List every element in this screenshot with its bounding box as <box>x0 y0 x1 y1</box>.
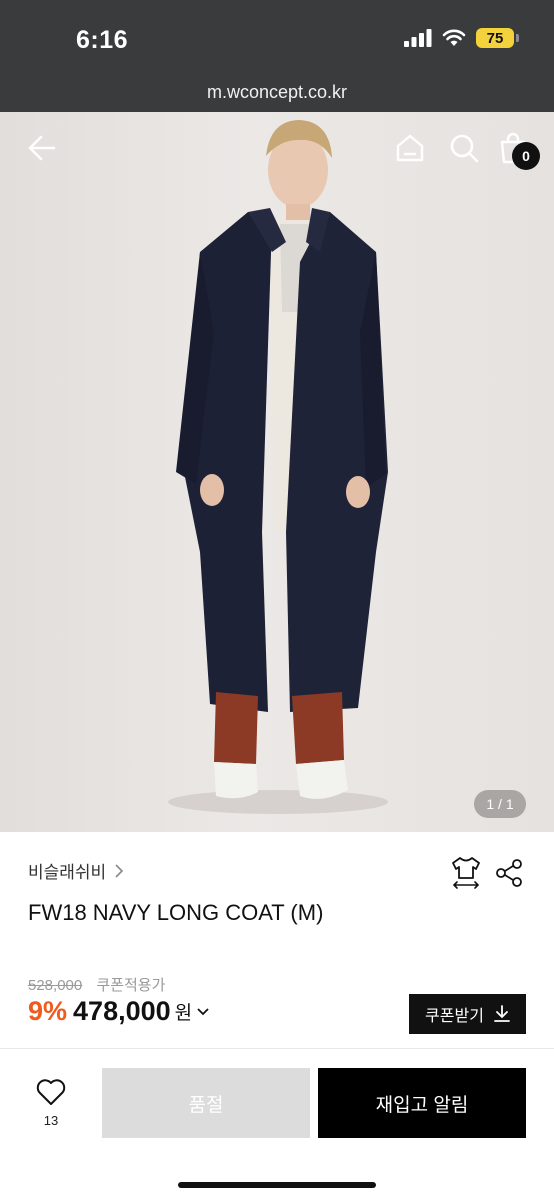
address-bar-url[interactable]: m.wconcept.co.kr <box>0 82 554 103</box>
chevron-right-icon <box>115 863 124 878</box>
browser-top-bar: 6:16 75 m.wconcept.co.kr <box>0 0 554 112</box>
heart-icon <box>36 1079 66 1105</box>
battery-level: 75 <box>486 29 504 47</box>
battery-indicator: 75 <box>476 28 519 48</box>
cart-count-badge: 0 <box>512 142 540 170</box>
home-icon[interactable] <box>394 132 426 164</box>
restock-alert-button[interactable]: 재입고 알림 <box>318 1068 526 1138</box>
chevron-down-icon[interactable] <box>196 1007 210 1017</box>
home-indicator <box>178 1182 376 1188</box>
original-price-row: 528,000 쿠폰적용가 <box>28 974 165 995</box>
coupon-price-note: 쿠폰적용가 <box>96 977 166 994</box>
cellular-signal-icon <box>404 29 432 47</box>
price-row[interactable]: 9% 478,000 원 <box>28 996 210 1027</box>
back-arrow-icon[interactable] <box>26 132 58 164</box>
get-coupon-label: 쿠폰받기 <box>425 1008 484 1025</box>
status-icons: 75 <box>404 28 519 48</box>
status-time: 6:16 <box>76 26 129 54</box>
brand-name: 비슬래쉬비 <box>28 863 107 882</box>
size-guide-icon[interactable] <box>451 856 481 890</box>
like-count: 13 <box>43 1113 59 1128</box>
soldout-button[interactable]: 품절 <box>102 1068 310 1138</box>
search-icon[interactable] <box>448 132 480 164</box>
bottom-action-bar: 13 품절 재입고 알림 <box>0 1050 554 1200</box>
image-pager: 1 / 1 <box>474 790 526 818</box>
get-coupon-button[interactable]: 쿠폰받기 <box>409 994 526 1034</box>
divider <box>0 1048 554 1049</box>
product-image[interactable] <box>0 112 554 832</box>
sale-price: 478,000 <box>73 996 171 1026</box>
currency-unit: 원 <box>174 1003 193 1024</box>
original-price: 528,000 <box>28 977 83 994</box>
brand-link[interactable]: 비슬래쉬비 <box>28 858 124 883</box>
download-icon <box>494 1005 510 1022</box>
product-title: FW18 NAVY LONG COAT (M) <box>28 900 324 925</box>
discount-rate: 9% <box>28 996 68 1026</box>
model-photo <box>168 120 388 814</box>
like-button[interactable]: 13 <box>28 1078 74 1128</box>
share-icon[interactable] <box>495 858 523 888</box>
wifi-icon <box>442 29 466 46</box>
